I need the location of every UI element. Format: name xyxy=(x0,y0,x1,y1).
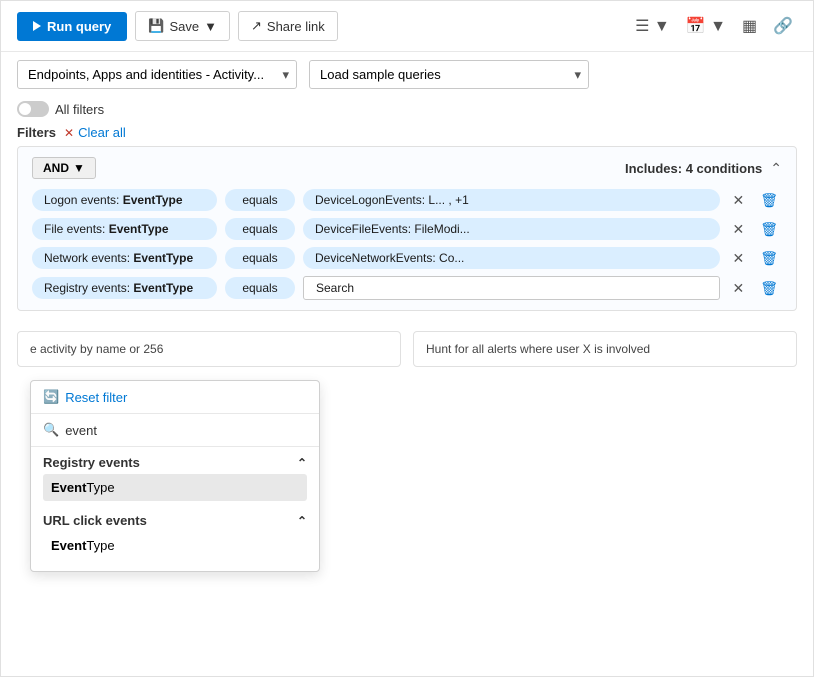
link-icon-button[interactable]: 🔗 xyxy=(769,12,797,40)
url-click-chevron-up-icon[interactable]: ⌃ xyxy=(297,514,307,528)
search-value-tag-registry[interactable]: Search xyxy=(303,276,720,300)
clear-all-x-icon: ✕ xyxy=(64,126,74,140)
hint-card-1[interactable]: e activity by name or 256 xyxy=(17,331,401,367)
conditions-count: 4 conditions xyxy=(686,161,763,176)
sample-dropdown-wrapper: Load sample queries xyxy=(309,60,589,89)
includes-label: Includes: xyxy=(625,161,682,176)
hint-card-1-text: e activity by name or 256 xyxy=(30,342,163,356)
registry-eventtype-item[interactable]: EventType xyxy=(43,474,307,501)
url-click-events-group: URL click events ⌃ EventType xyxy=(31,505,319,563)
equals-tag-logon[interactable]: equals xyxy=(225,189,295,211)
value-tag-network[interactable]: DeviceNetworkEvents: Co... xyxy=(303,247,720,269)
url-click-events-group-header: URL click events ⌃ xyxy=(43,513,307,528)
play-icon xyxy=(33,21,41,31)
dropdown-panel: 🔄 Reset filter 🔍 Registry events ⌃ Event… xyxy=(30,380,320,572)
list-icon-button[interactable]: ☰ ▼ xyxy=(631,12,674,40)
delete-row-file-button[interactable]: 🗑 xyxy=(756,219,782,240)
filter-block-header: AND ▼ Includes: 4 conditions ⌃ xyxy=(32,157,782,179)
filter-row-file: File events: EventType equals DeviceFile… xyxy=(32,218,782,240)
reset-filter-icon: 🔄 xyxy=(43,389,59,405)
dropdowns-row: Endpoints, Apps and identities - Activit… xyxy=(1,52,813,97)
bottom-area: e activity by name or 256 Hunt for all a… xyxy=(1,321,813,377)
delete-row-logon-button[interactable]: 🗑 xyxy=(756,190,782,211)
url-click-eventtype-item[interactable]: EventType xyxy=(43,532,307,559)
filters-title: Filters xyxy=(17,125,56,140)
and-label: AND xyxy=(43,161,69,175)
close-row-network-button[interactable]: ✕ xyxy=(728,248,748,269)
calendar-icon-button[interactable]: 📅 ▼ xyxy=(682,12,730,40)
and-operator-badge[interactable]: AND ▼ xyxy=(32,157,96,179)
source-dropdown[interactable]: Endpoints, Apps and identities - Activit… xyxy=(17,60,297,89)
search-icon: 🔍 xyxy=(43,422,59,438)
save-button[interactable]: 💾 Save ▼ xyxy=(135,11,230,41)
filter-row-network: Network events: EventType equals DeviceN… xyxy=(32,247,782,269)
panel-scroll[interactable]: Registry events ⌃ EventType URL click ev… xyxy=(31,447,319,571)
share-label: Share link xyxy=(267,19,325,34)
grid-icon-button[interactable]: ▦ xyxy=(738,12,761,40)
clear-all-label: Clear all xyxy=(78,125,126,140)
value-tag-logon[interactable]: DeviceLogonEvents: L... , +1 xyxy=(303,189,720,211)
save-icon: 💾 xyxy=(148,18,164,34)
all-filters-toggle[interactable] xyxy=(17,101,49,117)
reset-filter-label: Reset filter xyxy=(65,390,127,405)
close-row-file-button[interactable]: ✕ xyxy=(728,219,748,240)
url-click-events-header-label: URL click events xyxy=(43,513,147,528)
collapse-button[interactable]: ⌃ xyxy=(770,160,782,177)
toolbar: Run query 💾 Save ▼ ↗ Share link ☰ ▼ 📅 ▼ … xyxy=(1,1,813,52)
delete-row-network-button[interactable]: 🗑 xyxy=(756,248,782,269)
filter-row-logon: Logon events: EventType equals DeviceLog… xyxy=(32,189,782,211)
share-icon: ↗ xyxy=(251,18,262,34)
sample-dropdown[interactable]: Load sample queries xyxy=(309,60,589,89)
filter-tag-file[interactable]: File events: EventType xyxy=(32,218,217,240)
reset-filter-row[interactable]: 🔄 Reset filter xyxy=(31,381,319,414)
delete-row-registry-button[interactable]: 🗑 xyxy=(756,278,782,299)
registry-events-header-label: Registry events xyxy=(43,455,140,470)
equals-tag-network[interactable]: equals xyxy=(225,247,295,269)
value-tag-file[interactable]: DeviceFileEvents: FileModi... xyxy=(303,218,720,240)
close-row-registry-button[interactable]: ✕ xyxy=(728,278,748,299)
hint-card-2-text: Hunt for all alerts where user X is invo… xyxy=(426,342,650,356)
chevron-down-icon: ▼ xyxy=(204,19,217,34)
registry-chevron-up-icon[interactable]: ⌃ xyxy=(297,456,307,470)
filter-block: AND ▼ Includes: 4 conditions ⌃ Logon eve… xyxy=(17,146,797,311)
registry-events-group-header: Registry events ⌃ xyxy=(43,455,307,470)
equals-tag-registry[interactable]: equals xyxy=(225,277,295,299)
includes-text: Includes: 4 conditions xyxy=(625,161,762,176)
run-query-button[interactable]: Run query xyxy=(17,12,127,41)
filters-header: Filters ✕ Clear all xyxy=(1,125,813,146)
run-query-label: Run query xyxy=(47,19,111,34)
source-dropdown-wrapper: Endpoints, Apps and identities - Activit… xyxy=(17,60,297,89)
filter-row-registry: Registry events: EventType equals Search… xyxy=(32,276,782,300)
chevron-down-icon: ▼ xyxy=(73,161,85,175)
share-link-button[interactable]: ↗ Share link xyxy=(238,11,338,41)
filter-tag-logon[interactable]: Logon events: EventType xyxy=(32,189,217,211)
main-container: Run query 💾 Save ▼ ↗ Share link ☰ ▼ 📅 ▼ … xyxy=(0,0,814,677)
save-label: Save xyxy=(169,19,199,34)
search-input[interactable] xyxy=(65,423,307,438)
search-row: 🔍 xyxy=(31,414,319,447)
close-row-logon-button[interactable]: ✕ xyxy=(728,190,748,211)
registry-events-group: Registry events ⌃ EventType xyxy=(31,447,319,505)
filter-tag-network[interactable]: Network events: EventType xyxy=(32,247,217,269)
equals-tag-file[interactable]: equals xyxy=(225,218,295,240)
filter-tag-registry[interactable]: Registry events: EventType xyxy=(32,277,217,299)
toolbar-icons: ☰ ▼ 📅 ▼ ▦ 🔗 xyxy=(631,12,797,40)
all-filters-label: All filters xyxy=(55,102,104,117)
all-filters-row: All filters xyxy=(1,97,813,125)
hint-card-2[interactable]: Hunt for all alerts where user X is invo… xyxy=(413,331,797,367)
clear-all-button[interactable]: ✕ Clear all xyxy=(64,125,126,140)
